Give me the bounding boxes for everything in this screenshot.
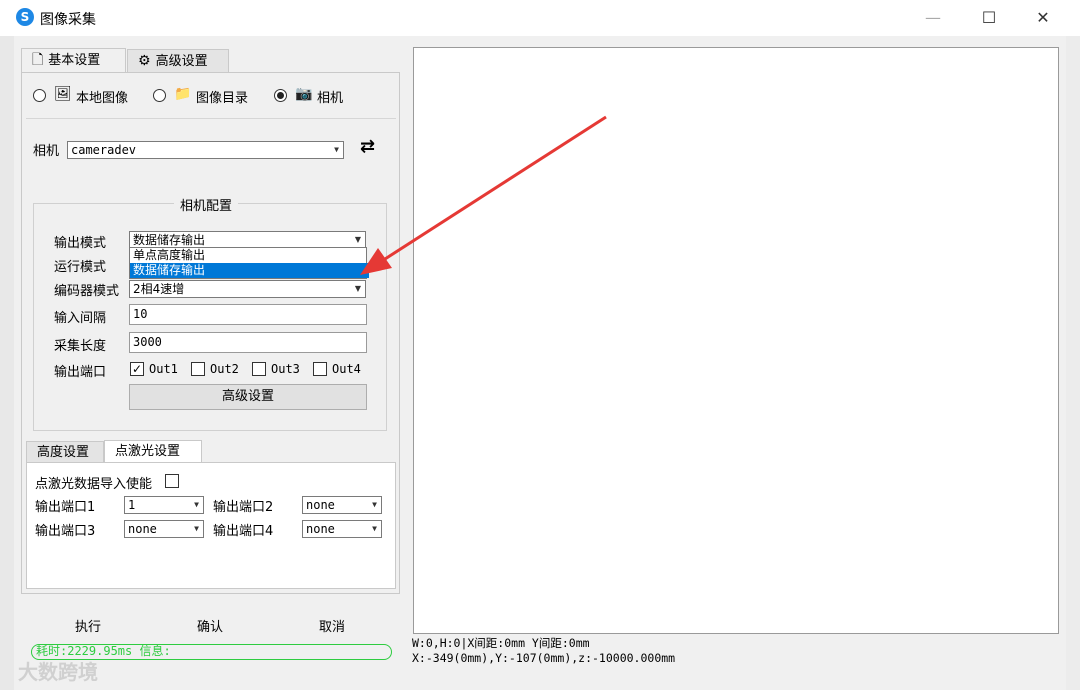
annotation-arrow-icon — [360, 115, 607, 275]
arrow-head — [360, 248, 392, 275]
arrow-shaft — [384, 115, 607, 261]
